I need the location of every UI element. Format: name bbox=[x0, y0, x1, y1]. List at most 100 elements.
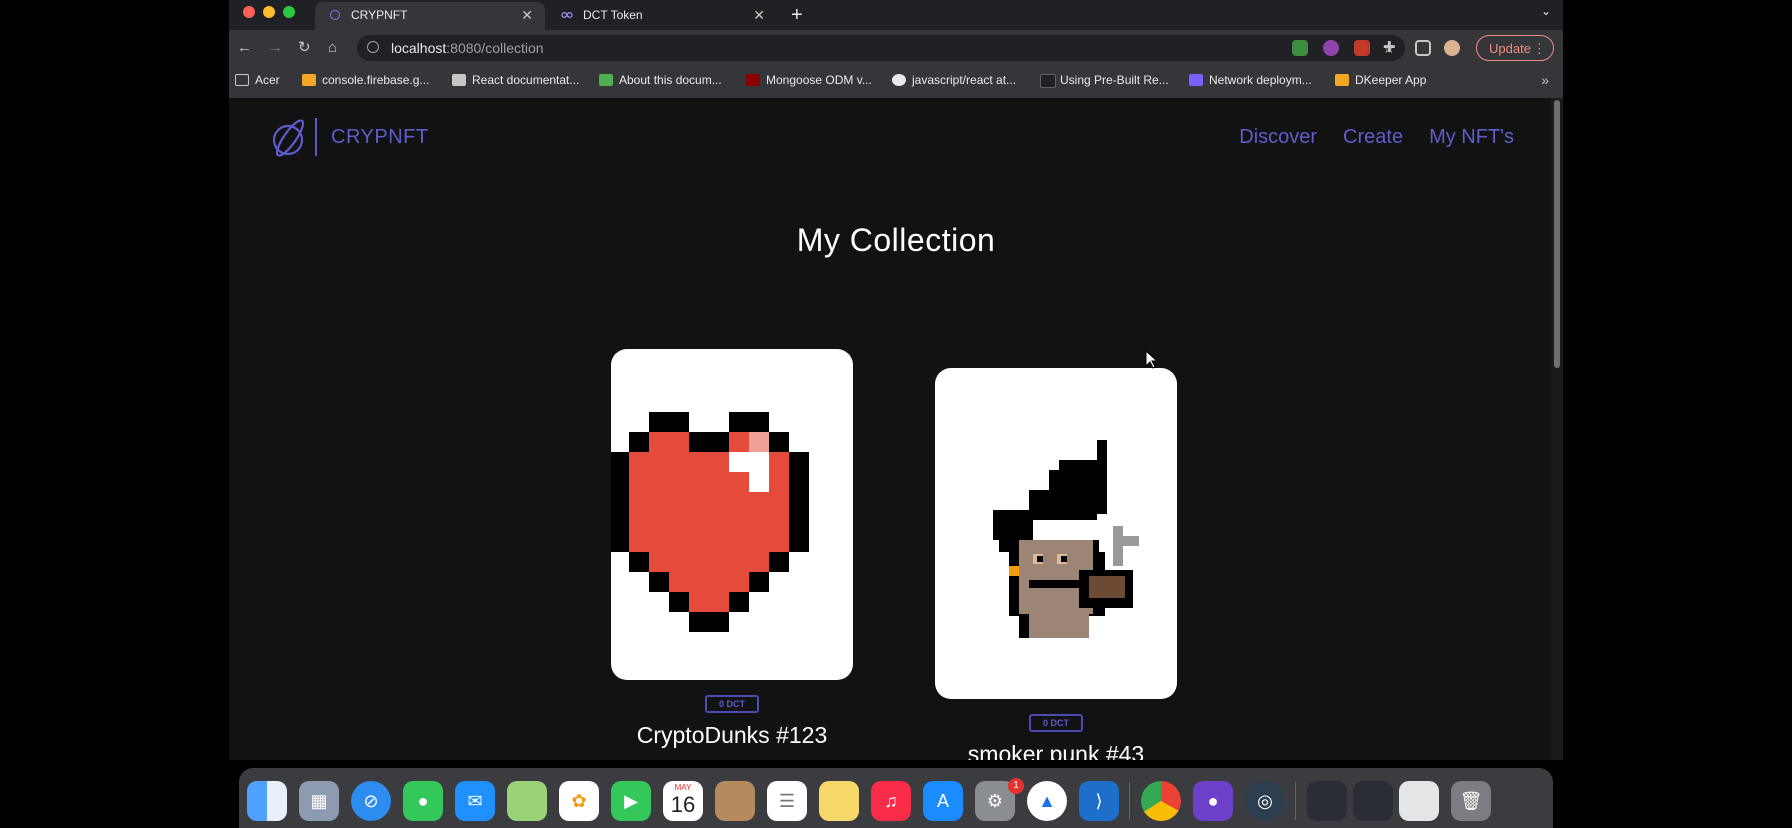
macos-dock: ▦ ⊘ ● ✉ ✿ ▶ MAY 16 ☰ ♫ A ⚙ ▲ ⟩ ● ◎ 🗑 bbox=[239, 768, 1553, 828]
pixel-heart-image bbox=[609, 412, 809, 632]
reminders-icon[interactable]: ☰ bbox=[767, 781, 807, 821]
calendar-month: MAY bbox=[674, 783, 692, 792]
price-badge: 0 DCT bbox=[1029, 714, 1083, 732]
music-icon[interactable]: ♫ bbox=[871, 781, 911, 821]
bookmark-about-doc[interactable]: About this docum... bbox=[599, 66, 722, 94]
address-bar[interactable]: localhost:8080/collection ⇪ ☆ bbox=[357, 35, 1405, 61]
tab-crypnft[interactable]: CRYPNFT ✕ bbox=[315, 2, 545, 30]
close-tab-icon[interactable]: ✕ bbox=[521, 2, 533, 28]
tab-dct-token[interactable]: DCT Token ✕ bbox=[547, 2, 777, 30]
profile-avatar[interactable] bbox=[1444, 40, 1460, 56]
window-thumbnail[interactable] bbox=[1353, 781, 1393, 821]
gem-icon bbox=[599, 74, 613, 86]
photos-icon[interactable]: ✿ bbox=[559, 781, 599, 821]
page-title: My Collection bbox=[796, 222, 996, 258]
window-thumbnail[interactable] bbox=[1399, 781, 1439, 821]
side-panel-icon[interactable] bbox=[1415, 40, 1431, 56]
infinity-favicon-icon bbox=[561, 12, 573, 18]
folder-icon bbox=[235, 74, 249, 86]
page-icon bbox=[1040, 74, 1056, 88]
window-thumbnail[interactable] bbox=[1307, 781, 1347, 821]
tab-strip: CRYPNFT ✕ DCT Token ✕ + ⌄ bbox=[229, 0, 1563, 30]
reload-icon[interactable]: ↻ bbox=[298, 36, 311, 60]
app-store-icon[interactable]: A bbox=[923, 781, 963, 821]
red-extension-icon[interactable] bbox=[1354, 40, 1370, 56]
dock-separator bbox=[1129, 782, 1130, 820]
dock-separator bbox=[1295, 782, 1296, 820]
github-icon[interactable]: ● bbox=[1193, 781, 1233, 821]
logo-divider bbox=[315, 118, 317, 156]
finder-icon[interactable] bbox=[247, 781, 287, 821]
nav-create[interactable]: Create bbox=[1343, 126, 1403, 149]
maps-icon[interactable] bbox=[507, 781, 547, 821]
more-bookmarks-icon[interactable]: » bbox=[1541, 66, 1549, 94]
bookmark-mongoose[interactable]: Mongoose ODM v... bbox=[746, 66, 872, 94]
react-doc-icon bbox=[452, 74, 466, 86]
flame-icon bbox=[1335, 74, 1349, 86]
tree-extension-icon[interactable] bbox=[1292, 40, 1308, 56]
bookmark-network[interactable]: Network deploym... bbox=[1189, 66, 1312, 94]
github-desktop-dock-icon[interactable]: ▲ bbox=[1027, 781, 1067, 821]
messages-icon[interactable]: ● bbox=[403, 781, 443, 821]
notes-icon[interactable] bbox=[819, 781, 859, 821]
nft-name: CryptoDunks #123 bbox=[636, 722, 828, 748]
main-nav: Discover Create My NFT's bbox=[1239, 126, 1514, 149]
trash-icon[interactable]: 🗑 bbox=[1451, 781, 1491, 821]
crypnft-favicon-icon bbox=[329, 9, 341, 21]
minimize-window-button[interactable] bbox=[263, 6, 275, 18]
scrollbar-thumb[interactable] bbox=[1554, 100, 1560, 368]
mail-icon[interactable]: ✉ bbox=[455, 781, 495, 821]
brand-name[interactable]: CRYPNFT bbox=[331, 126, 429, 149]
maximize-window-button[interactable] bbox=[283, 6, 295, 18]
update-button[interactable]: Update ⋮ bbox=[1476, 35, 1554, 61]
purple-extension-icon[interactable] bbox=[1323, 40, 1339, 56]
home-icon[interactable]: ⌂ bbox=[328, 36, 337, 60]
vscode-icon[interactable]: ⟩ bbox=[1079, 781, 1119, 821]
new-tab-icon[interactable]: + bbox=[791, 2, 803, 28]
address-url: localhost:8080/collection bbox=[391, 40, 544, 56]
page-scrollbar[interactable] bbox=[1551, 98, 1563, 760]
facetime-icon[interactable]: ▶ bbox=[611, 781, 651, 821]
calendar-icon[interactable]: MAY 16 bbox=[663, 781, 703, 821]
nft-card[interactable] bbox=[609, 349, 853, 680]
tab-title: CRYPNFT bbox=[351, 8, 408, 22]
bookmark-dkeeper[interactable]: DKeeper App bbox=[1335, 66, 1426, 94]
close-window-button[interactable] bbox=[243, 6, 255, 18]
price-badge: 0 DCT bbox=[705, 695, 759, 713]
calendar-day: 16 bbox=[670, 792, 696, 817]
nav-discover[interactable]: Discover bbox=[1239, 126, 1317, 149]
back-arrow-icon[interactable]: ← bbox=[237, 36, 252, 60]
notification-badge: 1 bbox=[1008, 778, 1024, 794]
launchpad-icon[interactable]: ▦ bbox=[299, 781, 339, 821]
bookmark-firebase[interactable]: console.firebase.g... bbox=[302, 66, 429, 94]
quicktime-icon[interactable]: ◎ bbox=[1245, 781, 1285, 821]
tab-search-chevron-icon[interactable]: ⌄ bbox=[1541, 4, 1551, 18]
forward-arrow-icon[interactable]: → bbox=[268, 36, 283, 60]
bookmark-pre-built[interactable]: Using Pre-Built Re... bbox=[1040, 66, 1169, 94]
mongoose-icon bbox=[746, 74, 760, 86]
update-label: Update bbox=[1489, 41, 1531, 56]
browser-window: CRYPNFT ✕ DCT Token ✕ + ⌄ ← → ↻ ⌂ localh… bbox=[229, 0, 1563, 760]
github-icon bbox=[892, 74, 906, 86]
extensions-puzzle-icon[interactable]: ✚ bbox=[1383, 36, 1396, 60]
contacts-icon[interactable] bbox=[715, 781, 755, 821]
bookmark-github[interactable]: javascript/react at... bbox=[892, 66, 1016, 94]
safari-icon[interactable]: ⊘ bbox=[351, 781, 391, 821]
browser-toolbar: ← → ↻ ⌂ localhost:8080/collection ⇪ ☆ ✚ … bbox=[229, 30, 1563, 66]
menu-dots-icon[interactable]: ⋮ bbox=[1533, 36, 1546, 62]
pixel-smoker-punk-image bbox=[993, 440, 1139, 638]
tab-title: DCT Token bbox=[583, 8, 643, 22]
nft-card[interactable] bbox=[935, 368, 1177, 699]
page-content: CRYPNFT Discover Create My NFT's My Coll… bbox=[229, 98, 1563, 760]
site-info-icon[interactable] bbox=[367, 41, 379, 53]
bookmarks-bar: Acer console.firebase.g... React documen… bbox=[229, 66, 1563, 99]
chrome-icon[interactable] bbox=[1141, 781, 1181, 821]
bookmark-acer[interactable]: Acer bbox=[235, 66, 280, 94]
close-tab-icon[interactable]: ✕ bbox=[753, 2, 765, 28]
nft-name: smoker punk #43 bbox=[967, 741, 1145, 760]
nav-my-nfts[interactable]: My NFT's bbox=[1429, 126, 1514, 149]
infinity-icon bbox=[1189, 74, 1203, 86]
firebase-icon bbox=[302, 74, 316, 86]
planet-logo-icon[interactable] bbox=[270, 118, 310, 158]
bookmark-react-docs[interactable]: React documentat... bbox=[452, 66, 579, 94]
